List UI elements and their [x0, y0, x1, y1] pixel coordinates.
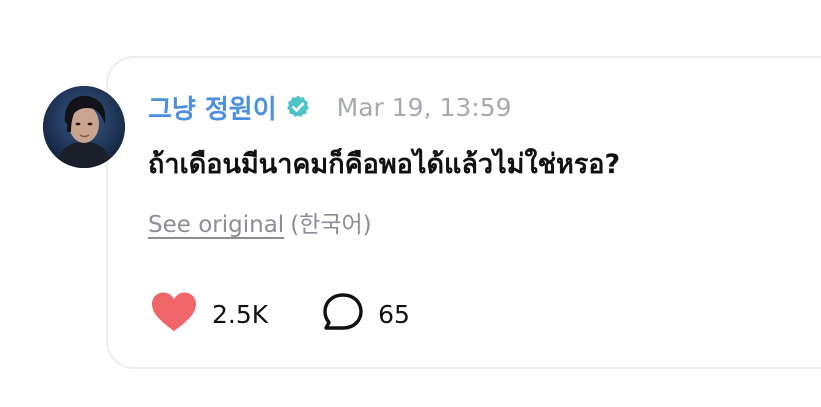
- timestamp: Mar 19, 13:59: [336, 92, 512, 122]
- speech-bubble-icon: [322, 292, 364, 336]
- like-button[interactable]: 2.5K: [150, 291, 268, 337]
- heart-icon: [150, 291, 198, 337]
- avatar[interactable]: [43, 86, 125, 168]
- post-message: ถ้าเดือนมีนาคมก็คือพอได้แล้วไม่ใช่หรอ?: [148, 149, 621, 180]
- author-name[interactable]: 그냥 정원이: [148, 89, 277, 126]
- comment-count: 65: [378, 299, 410, 329]
- avatar-image: [43, 86, 125, 168]
- translation-info: See original (한국어): [148, 205, 372, 239]
- post-actions: 2.5K 65: [150, 292, 410, 336]
- post-header: 그냥 정원이 Mar 19, 13:59: [148, 88, 512, 126]
- like-count: 2.5K: [212, 299, 269, 329]
- see-original-link[interactable]: See original: [148, 212, 284, 238]
- verified-badge-icon: [285, 94, 311, 120]
- comment-button[interactable]: 65: [322, 292, 410, 336]
- original-language-label: (한국어): [290, 212, 372, 238]
